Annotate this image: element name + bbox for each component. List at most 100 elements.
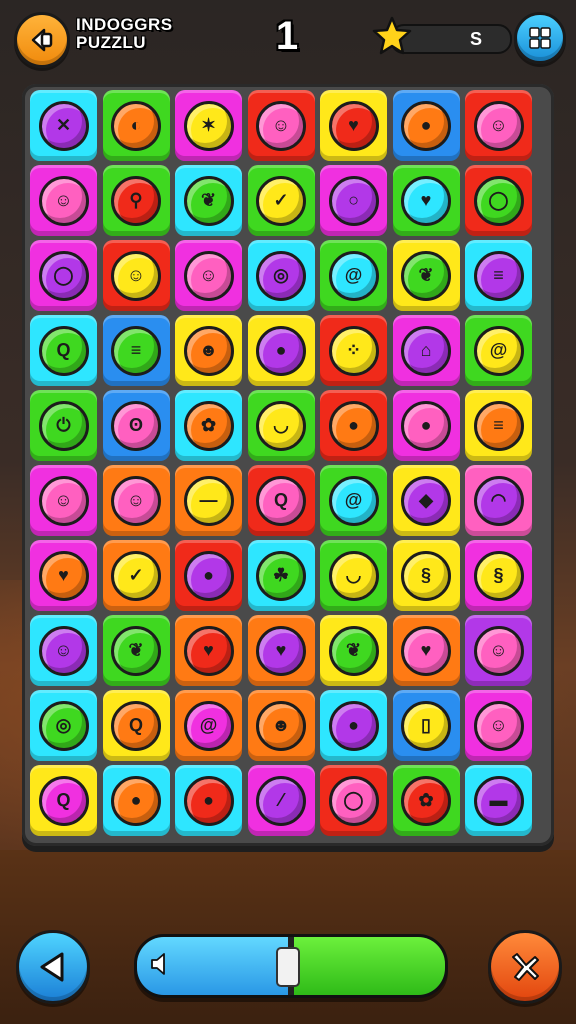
tile-r5-c6[interactable]: ● (392, 390, 460, 461)
menu-grid-button[interactable] (514, 12, 566, 64)
tile-r2-c7[interactable]: ◯ (465, 165, 532, 236)
tile-r1-c7[interactable]: ☺ (465, 90, 532, 161)
green-power-icon: ⏻ (38, 400, 89, 451)
tile-r1-c4[interactable]: ☺ (247, 90, 315, 161)
tile-r2-c6[interactable]: ♥ (392, 165, 460, 236)
tile-r4-c6[interactable]: ⌂ (392, 315, 460, 386)
purple-plum-icon: ● (328, 700, 379, 751)
tile-r10-c2[interactable]: ● (102, 765, 170, 836)
slider-handle[interactable] (276, 947, 300, 987)
tile-r4-c4[interactable]: ● (247, 315, 315, 386)
tile-r3-c2[interactable]: ☺ (102, 240, 170, 311)
tile-r5-c2[interactable]: ʘ (102, 390, 170, 461)
tile-r10-c4[interactable]: ⁄ (247, 765, 315, 836)
tile-r1-c5[interactable]: ♥ (320, 90, 387, 161)
tile-r9-c1[interactable]: ◎ (30, 690, 97, 761)
tile-r5-c1[interactable]: ⏻ (30, 390, 97, 461)
tile-r9-c5[interactable]: ● (320, 690, 387, 761)
tile-r4-c5[interactable]: ⁘ (320, 315, 387, 386)
tile-r4-c1[interactable]: Q (30, 315, 97, 386)
tile-r4-c2[interactable]: ≡ (102, 315, 170, 386)
tile-r8-c2[interactable]: ❦ (102, 615, 170, 686)
tile-r10-c7[interactable]: ▬ (465, 765, 532, 836)
tile-r9-c7[interactable]: ☺ (465, 690, 532, 761)
tile-r3-c7[interactable]: ≡ (465, 240, 532, 311)
tile-r8-c1[interactable]: ☺ (30, 615, 97, 686)
tile-r5-c5[interactable]: ● (320, 390, 387, 461)
tile-r3-c3[interactable]: ☺ (175, 240, 242, 311)
play-back-button[interactable] (16, 930, 90, 1004)
game-title-line1: INDOGGRS (76, 15, 173, 34)
tile-r1-c3[interactable]: ✶ (175, 90, 242, 161)
back-button[interactable] (14, 12, 70, 68)
yellow-smile-icon: ◡ (256, 400, 306, 451)
tile-r7-c2[interactable]: ✓ (102, 540, 170, 611)
tile-r6-c7[interactable]: ◠ (465, 465, 532, 536)
tile-r2-c1[interactable]: ☺ (30, 165, 97, 236)
tile-r7-c1[interactable]: ♥ (30, 540, 97, 611)
magenta-swirl-icon: @ (183, 700, 234, 751)
tile-r4-c3[interactable]: ☻ (175, 315, 242, 386)
tile-r1-c2[interactable]: ◐ (102, 90, 170, 161)
tile-r1-c1[interactable]: ✕ (30, 90, 97, 161)
tile-r2-c5[interactable]: ○ (320, 165, 387, 236)
flower-icon: ✿ (183, 400, 234, 451)
tile-r5-c4[interactable]: ◡ (247, 390, 315, 461)
purple-orb-icon-2: ● (183, 550, 234, 601)
tile-r4-c7[interactable]: @ (465, 315, 532, 386)
tile-r8-c4[interactable]: ♥ (247, 615, 315, 686)
pink-face-icon-2: ☺ (473, 625, 524, 676)
cyan-heart-icon: ♥ (401, 175, 451, 226)
tile-r8-c5[interactable]: ❦ (320, 615, 387, 686)
tile-r9-c3[interactable]: @ (175, 690, 242, 761)
tile-r8-c7[interactable]: ☺ (465, 615, 532, 686)
tile-r6-c5[interactable]: @ (320, 465, 387, 536)
tile-r6-c1[interactable]: ☺ (30, 465, 97, 536)
magnifier-candy-icon: Q (38, 325, 89, 376)
purple-ball-icon: ◎ (256, 250, 306, 301)
spiral-candy-icon: @ (328, 250, 379, 301)
tile-r7-c6[interactable]: § (392, 540, 460, 611)
tile-r7-c4[interactable]: ☘ (247, 540, 315, 611)
tile-r7-c5[interactable]: ◡ (320, 540, 387, 611)
pink-bunny-icon: ☺ (38, 475, 89, 526)
orange-heart-icon: ♥ (38, 550, 89, 601)
tile-r2-c2[interactable]: ⚲ (102, 165, 170, 236)
tile-r10-c3[interactable]: ● (175, 765, 242, 836)
hint-button[interactable] (488, 930, 562, 1004)
tile-r9-c6[interactable]: ▯ (392, 690, 460, 761)
game-title: INDOGGRS PUZZLU (76, 16, 196, 52)
tile-r7-c7[interactable]: § (465, 540, 532, 611)
tile-r6-c3[interactable]: — (175, 465, 242, 536)
house-candy-icon: ⌂ (401, 325, 451, 376)
tile-r10-c6[interactable]: ✿ (392, 765, 460, 836)
progress-slider[interactable] (134, 934, 448, 998)
red-heart-icon-2: ♥ (183, 625, 234, 676)
tile-r5-c7[interactable]: ≡ (465, 390, 532, 461)
tile-r3-c1[interactable]: ◯ (30, 240, 97, 311)
yellow-swirl-icon: @ (473, 325, 524, 376)
tile-r6-c2[interactable]: ☺ (102, 465, 170, 536)
tile-r9-c4[interactable]: ☻ (247, 690, 315, 761)
tile-r2-c3[interactable]: ❦ (175, 165, 242, 236)
tile-r3-c6[interactable]: ❦ (392, 240, 460, 311)
orange-drop-icon-2: ● (328, 400, 379, 451)
orange-face-icon: ☻ (256, 700, 306, 751)
yellow-check-icon-2: ✓ (111, 550, 161, 601)
tile-r1-c6[interactable]: ● (392, 90, 460, 161)
tile-r10-c5[interactable]: ◯ (320, 765, 387, 836)
tile-r10-c1[interactable]: Q (30, 765, 97, 836)
tile-r6-c4[interactable]: Q (247, 465, 315, 536)
tile-r2-c4[interactable]: ✓ (247, 165, 315, 236)
tile-r3-c5[interactable]: @ (320, 240, 387, 311)
tile-r8-c3[interactable]: ♥ (175, 615, 242, 686)
tile-r5-c3[interactable]: ✿ (175, 390, 242, 461)
green-ring-icon: ◯ (473, 175, 524, 226)
tile-r8-c6[interactable]: ♥ (392, 615, 460, 686)
pink-tooth-icon: ʘ (111, 400, 161, 451)
tile-r6-c6[interactable]: ◆ (392, 465, 460, 536)
tile-r9-c2[interactable]: Q (102, 690, 170, 761)
yellow-smile-icon-2: ◡ (328, 550, 379, 601)
tile-r3-c4[interactable]: ◎ (247, 240, 315, 311)
tile-r7-c3[interactable]: ● (175, 540, 242, 611)
